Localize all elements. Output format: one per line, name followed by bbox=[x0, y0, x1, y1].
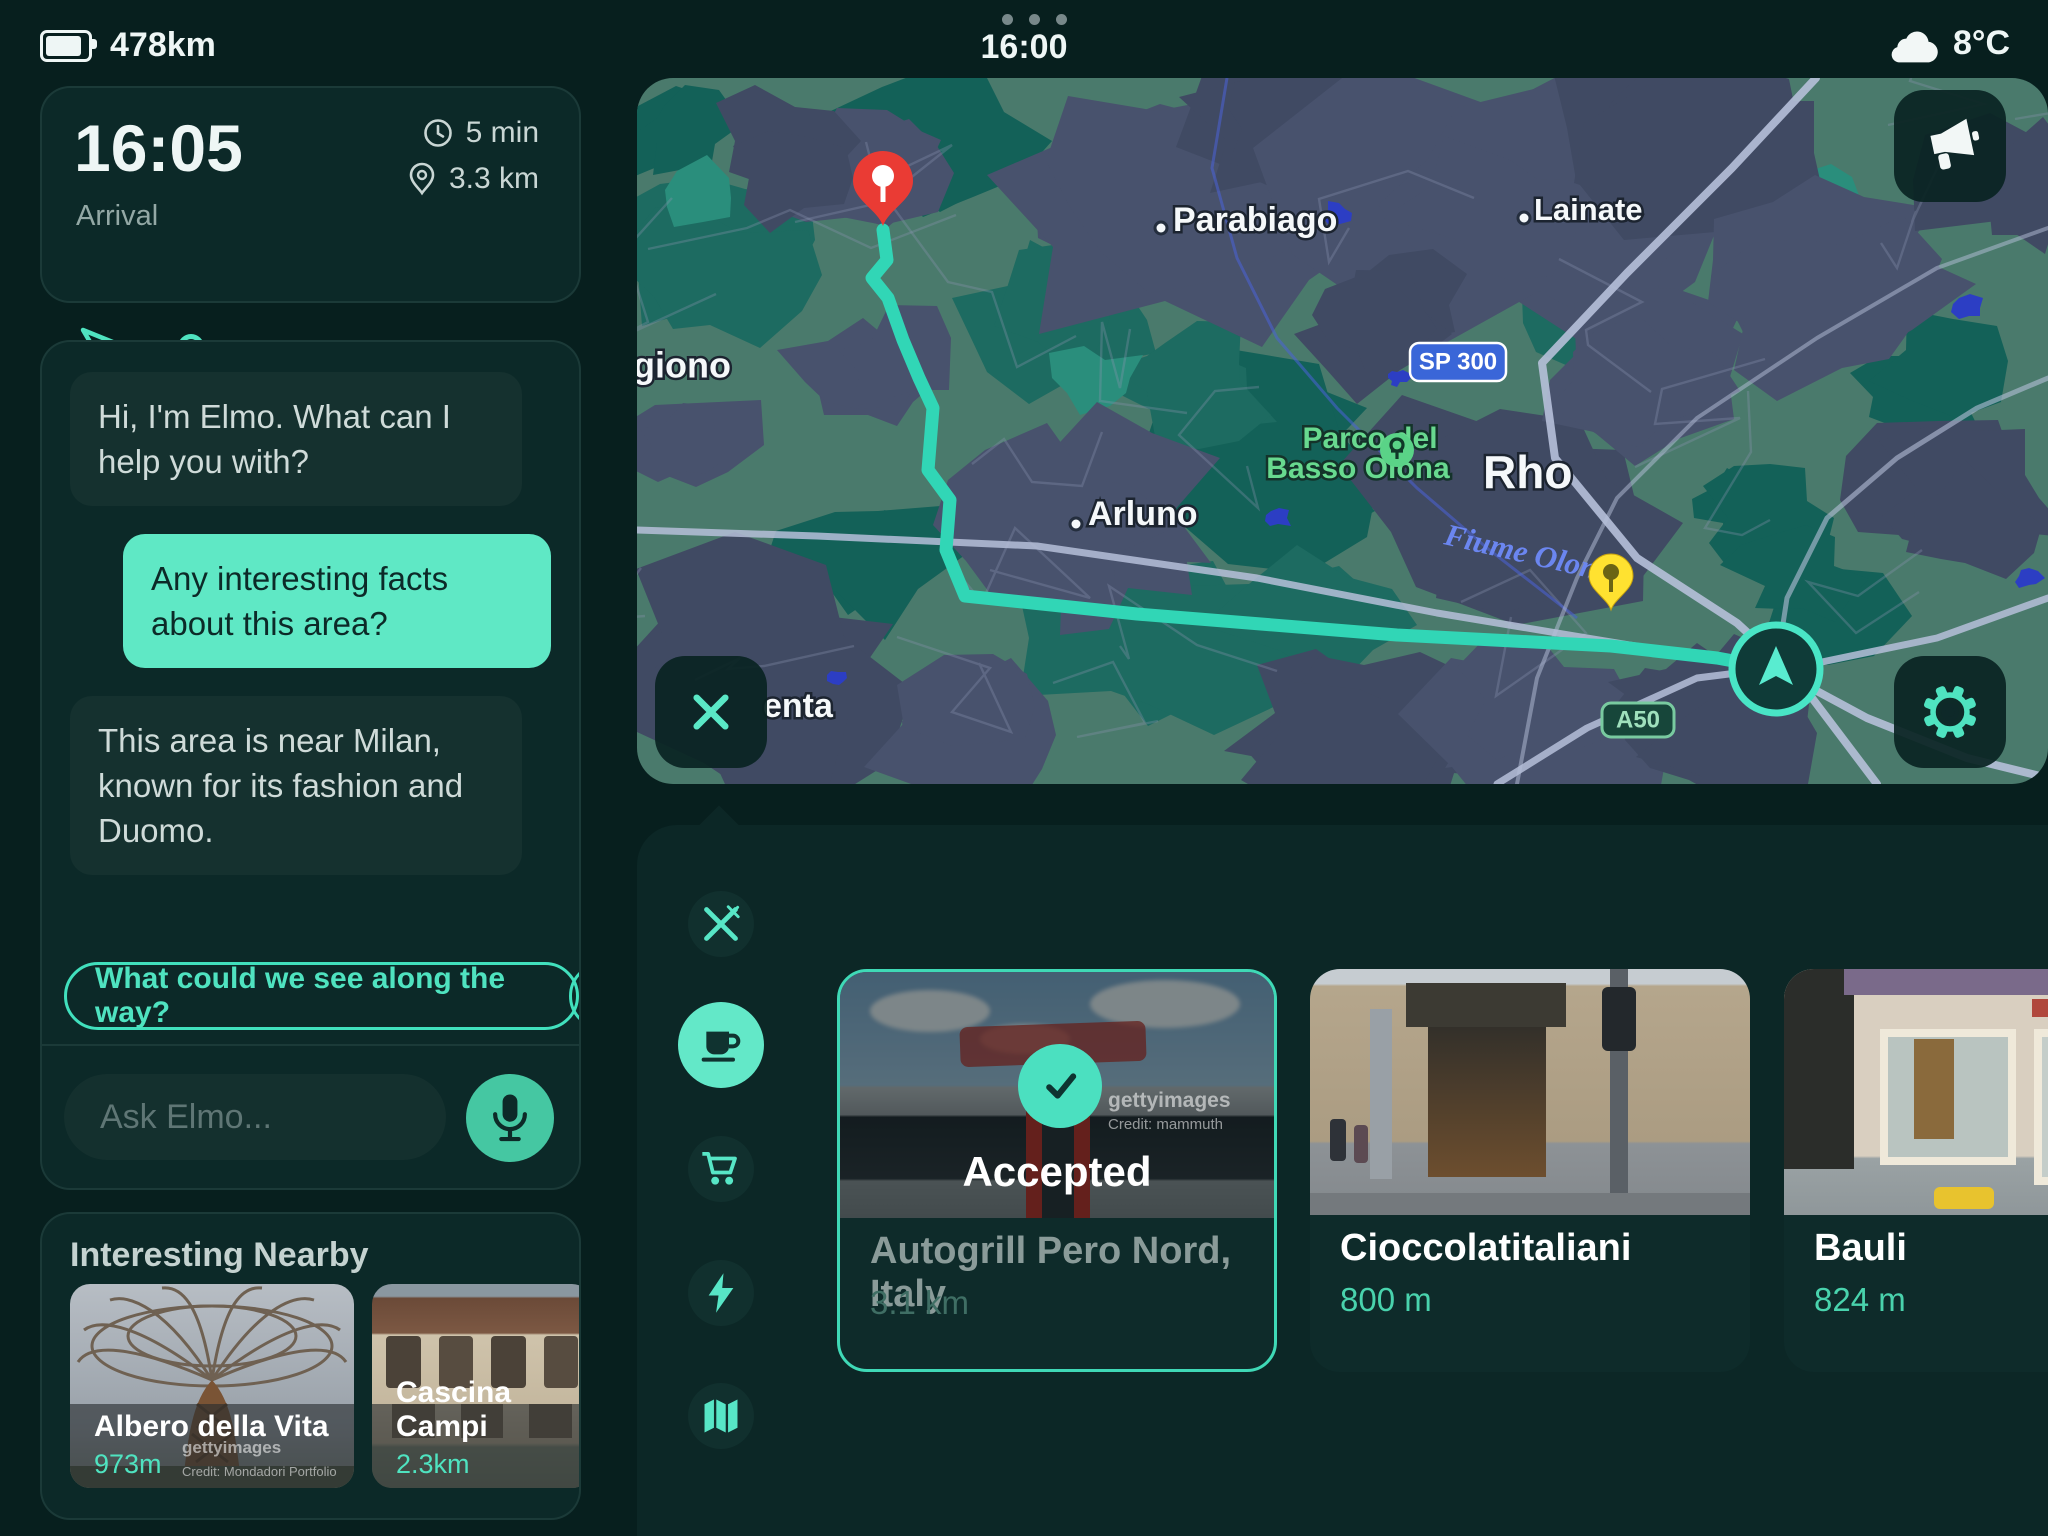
infotainment-screen: 478km 16:00 8°C 16:05 Arrival 5 min bbox=[0, 0, 2048, 1536]
cioccolatitaliani-photo bbox=[1310, 969, 1750, 1215]
getty-watermark: gettyimages bbox=[1108, 1088, 1231, 1114]
arrival-time: 16:05 bbox=[74, 110, 243, 186]
gear-icon bbox=[1918, 680, 1982, 744]
status-dots bbox=[1002, 14, 1067, 25]
suggestion-chip[interactable]: What could we see along the way? bbox=[64, 962, 579, 1030]
nearby-item-albero-della-vita[interactable]: gettyimages Credit: Mondadori Portfolio … bbox=[70, 1284, 354, 1488]
weather-status: 8°C bbox=[1887, 24, 2010, 63]
map-town-label: giono bbox=[637, 345, 731, 386]
map-town-label: Arluno bbox=[1088, 495, 1198, 533]
category-restaurants-button[interactable] bbox=[688, 891, 754, 957]
poi-bottom-sheet: gettyimages Credit: mammuth Accepted Aut… bbox=[637, 825, 2048, 1536]
poi-card-bauli[interactable]: Bauli 824 m bbox=[1784, 969, 2048, 1372]
folded-map-icon bbox=[701, 1396, 741, 1436]
bolt-icon bbox=[703, 1272, 739, 1314]
category-cafes-button[interactable] bbox=[678, 1002, 764, 1088]
cloud-icon bbox=[1887, 25, 1939, 63]
map-town-label: Parabiago bbox=[1173, 201, 1337, 239]
microphone-icon bbox=[488, 1092, 532, 1144]
interesting-nearby-card: Interesting Nearby bbox=[40, 1212, 581, 1520]
location-pin-icon bbox=[407, 162, 437, 196]
navigation-map[interactable]: SP 300 A50 Parabiago Lainate Arluno Rho giono e… bbox=[637, 78, 2048, 784]
assistant-message: Hi, I'm Elmo. What can I help you with? bbox=[70, 372, 522, 506]
assistant-chat-card: Hi, I'm Elmo. What can I help you with? … bbox=[40, 340, 581, 1190]
road-badge-label: A50 bbox=[1616, 706, 1660, 733]
nearby-item-cascina-campi[interactable]: Cascina Campi 2.3km bbox=[372, 1284, 581, 1488]
clock-icon bbox=[422, 117, 454, 149]
temperature: 8°C bbox=[1953, 24, 2010, 63]
map-town-label: Rho bbox=[1483, 446, 1572, 498]
check-icon bbox=[1036, 1062, 1084, 1110]
announcements-button[interactable] bbox=[1894, 90, 2006, 202]
nearby-item-name: Albero della Vita bbox=[94, 1410, 329, 1444]
coffee-cup-icon bbox=[697, 1021, 745, 1069]
assistant-message: This area is near Milan, known for its f… bbox=[70, 696, 522, 875]
park-label: Parco del bbox=[1302, 422, 1437, 455]
trip-distance: 3.3 km bbox=[407, 162, 539, 196]
trip-duration: 5 min bbox=[422, 116, 539, 150]
bauli-photo bbox=[1784, 969, 2048, 1215]
road-badge-label: SP 300 bbox=[1419, 348, 1497, 375]
chat-divider bbox=[42, 1044, 579, 1046]
getty-credit: Credit: Mondadori Portfolio bbox=[182, 1464, 337, 1480]
category-map-button[interactable] bbox=[688, 1383, 754, 1449]
user-message: Any interesting facts about this area? bbox=[123, 534, 551, 668]
nearby-item-distance: 973m bbox=[94, 1449, 162, 1480]
cart-icon bbox=[700, 1149, 742, 1189]
category-charging-button[interactable] bbox=[688, 1260, 754, 1326]
nearby-title: Interesting Nearby bbox=[70, 1236, 369, 1275]
nearby-item-name: Cascina Campi bbox=[396, 1376, 581, 1444]
map-settings-button[interactable] bbox=[1894, 656, 2006, 768]
map-town-label: enta bbox=[763, 687, 834, 725]
ask-input-pill[interactable] bbox=[64, 1074, 446, 1160]
map-town-label: Lainate bbox=[1534, 192, 1643, 227]
ask-elmo-input[interactable] bbox=[64, 1098, 446, 1137]
microphone-button[interactable] bbox=[466, 1074, 554, 1162]
megaphone-icon bbox=[1919, 117, 1981, 175]
poi-card-autogrill[interactable]: gettyimages Credit: mammuth Accepted Aut… bbox=[837, 969, 1277, 1372]
poi-distance: 824 m bbox=[1814, 1281, 1906, 1319]
getty-credit: Credit: mammuth bbox=[1108, 1116, 1223, 1135]
status-clock: 16:00 bbox=[0, 28, 2048, 67]
accepted-label: Accepted bbox=[840, 1148, 1274, 1196]
arrival-label: Arrival bbox=[76, 200, 158, 233]
poi-distance: 800 m bbox=[1340, 1281, 1432, 1319]
sheet-tail bbox=[696, 805, 741, 850]
suggestion-chip-partial[interactable] bbox=[569, 962, 581, 1030]
category-shopping-button[interactable] bbox=[688, 1136, 754, 1202]
poi-card-cioccolatitaliani[interactable]: Cioccolatitaliani 800 m bbox=[1310, 969, 1750, 1372]
arrival-card: 16:05 Arrival 5 min 3.3 km bbox=[40, 86, 581, 303]
close-icon bbox=[685, 686, 737, 738]
accepted-check-badge bbox=[1018, 1044, 1102, 1128]
utensils-icon bbox=[701, 904, 741, 944]
poi-title: Cioccolatitaliani bbox=[1340, 1227, 1631, 1270]
close-map-button[interactable] bbox=[655, 656, 767, 768]
park-label: Basso Olona bbox=[1266, 452, 1450, 485]
nearby-item-distance: 2.3km bbox=[396, 1449, 470, 1480]
poi-distance: 3.1 km bbox=[870, 1284, 969, 1322]
poi-title: Bauli bbox=[1814, 1227, 1907, 1270]
